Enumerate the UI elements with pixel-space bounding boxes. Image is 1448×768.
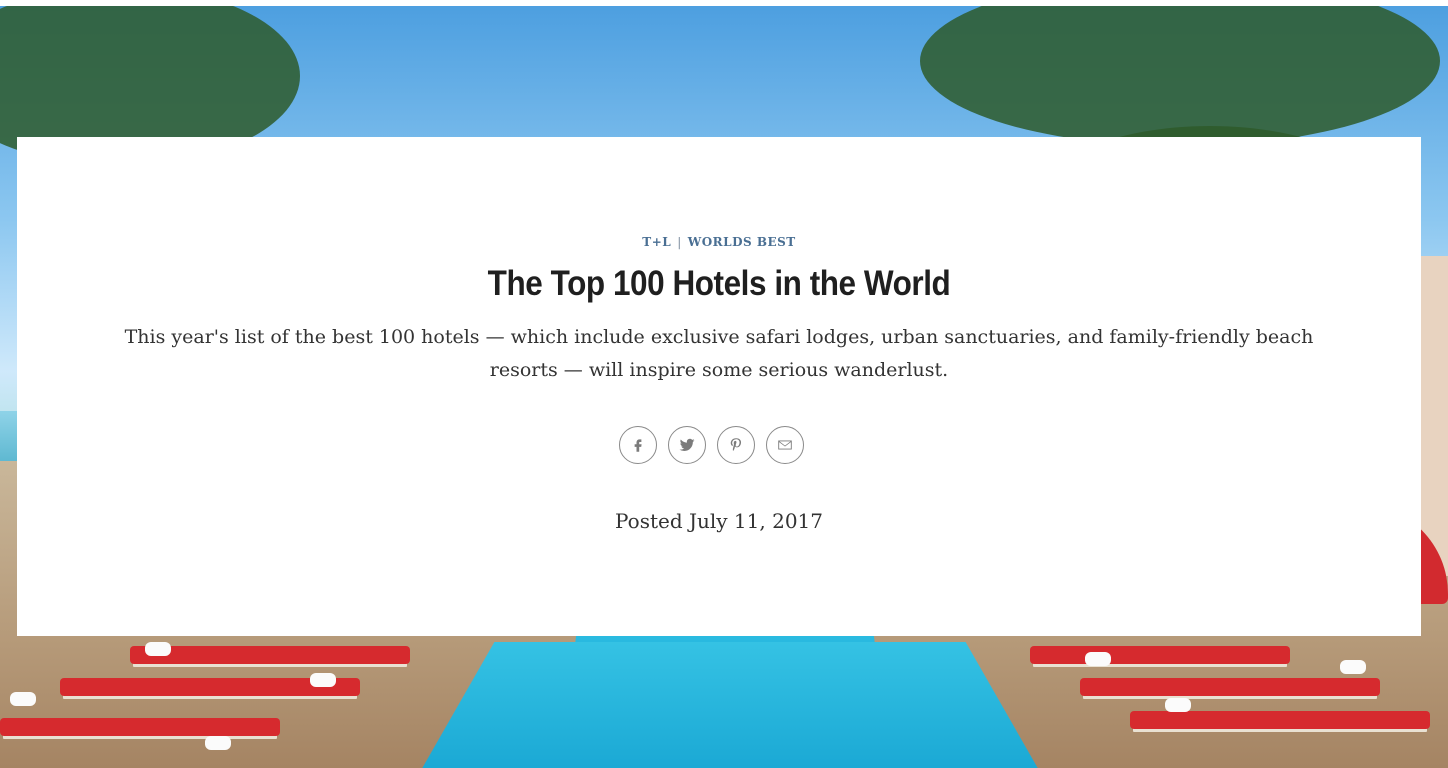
eyebrow: T+L | WORLDS BEST (37, 235, 1401, 249)
pool-foreground (420, 642, 1040, 768)
section-link[interactable]: WORLDS BEST (688, 235, 796, 249)
article-header: T+L | WORLDS BEST The Top 100 Hotels in th… (37, 157, 1401, 616)
lounge-chair (1080, 678, 1380, 696)
towel (205, 736, 231, 750)
article-title: The Top 100 Hotels in the World (487, 264, 951, 303)
towel (10, 692, 36, 706)
towel (1340, 660, 1366, 674)
facebook-icon (634, 439, 642, 452)
article-dek: This year's list of the best 100 hotels … (124, 326, 1314, 381)
share-twitter-button[interactable] (668, 426, 706, 464)
share-facebook-button[interactable] (619, 426, 657, 464)
posted-date: Posted July 11, 2017 (615, 509, 823, 533)
towel (310, 673, 336, 687)
palm-tree (920, 6, 1440, 146)
email-icon (778, 440, 792, 450)
lounge-chair (1030, 646, 1290, 664)
brand-link[interactable]: T+L (642, 235, 671, 249)
pinterest-icon (730, 438, 742, 451)
lounge-chair (1130, 711, 1430, 729)
towel (1085, 652, 1111, 666)
lounge-chair (130, 646, 410, 664)
eyebrow-divider: | (677, 235, 682, 249)
share-pinterest-button[interactable] (717, 426, 755, 464)
twitter-icon (679, 438, 695, 451)
towel (145, 642, 171, 656)
share-email-button[interactable] (766, 426, 804, 464)
share-bar (619, 426, 819, 466)
lounge-chair (0, 718, 280, 736)
towel (1165, 698, 1191, 712)
